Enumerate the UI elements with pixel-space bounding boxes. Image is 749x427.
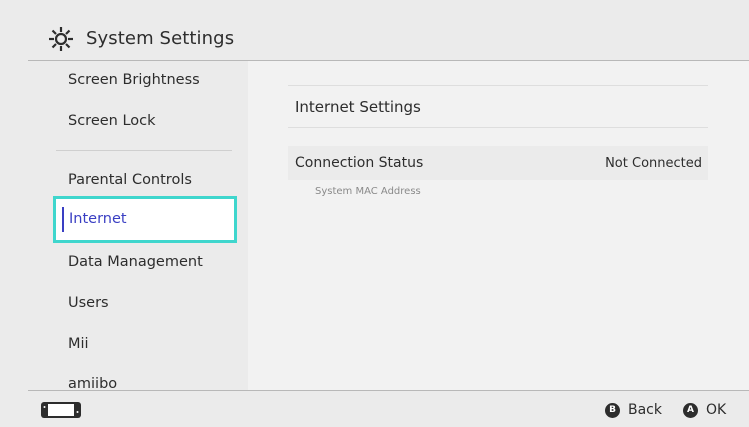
selection-indicator — [62, 207, 64, 232]
sidebar-item-mii[interactable]: Mii — [68, 336, 89, 352]
header: System Settings — [0, 0, 749, 60]
console-icon — [41, 402, 81, 418]
back-button[interactable]: B Back — [605, 401, 662, 419]
main-panel: Internet Settings Connection Status Not … — [248, 61, 749, 390]
sidebar-item-internet[interactable]: Internet — [53, 196, 237, 243]
sidebar-item-screen-brightness[interactable]: Screen Brightness — [68, 72, 200, 88]
section-title: Internet Settings — [295, 98, 421, 116]
connection-status-label: Connection Status — [295, 155, 424, 171]
connection-status-value: Not Connected — [605, 156, 702, 171]
section-divider — [288, 127, 708, 128]
section-divider — [288, 85, 708, 86]
page-title: System Settings — [86, 28, 235, 49]
back-label: Back — [628, 402, 662, 418]
sidebar-item-parental-controls[interactable]: Parental Controls — [68, 172, 192, 188]
a-button-icon: A — [683, 402, 698, 418]
ok-button[interactable]: A OK — [683, 401, 726, 419]
mac-address-label: System MAC Address — [315, 186, 421, 197]
connection-status-row[interactable]: Connection Status Not Connected — [288, 146, 708, 180]
sidebar-item-data-management[interactable]: Data Management — [68, 254, 203, 270]
sidebar-item-label: Internet — [69, 211, 127, 227]
footer: B Back A OK — [0, 391, 749, 427]
sidebar[interactable]: Screen Brightness Screen Lock Parental C… — [0, 61, 248, 390]
sidebar-divider — [56, 150, 232, 151]
ok-label: OK — [706, 402, 727, 418]
gear-icon — [49, 27, 73, 51]
sidebar-item-screen-lock[interactable]: Screen Lock — [68, 113, 156, 129]
sidebar-item-amiibo[interactable]: amiibo — [68, 376, 117, 390]
b-button-icon: B — [605, 402, 620, 418]
sidebar-item-users[interactable]: Users — [68, 295, 109, 311]
